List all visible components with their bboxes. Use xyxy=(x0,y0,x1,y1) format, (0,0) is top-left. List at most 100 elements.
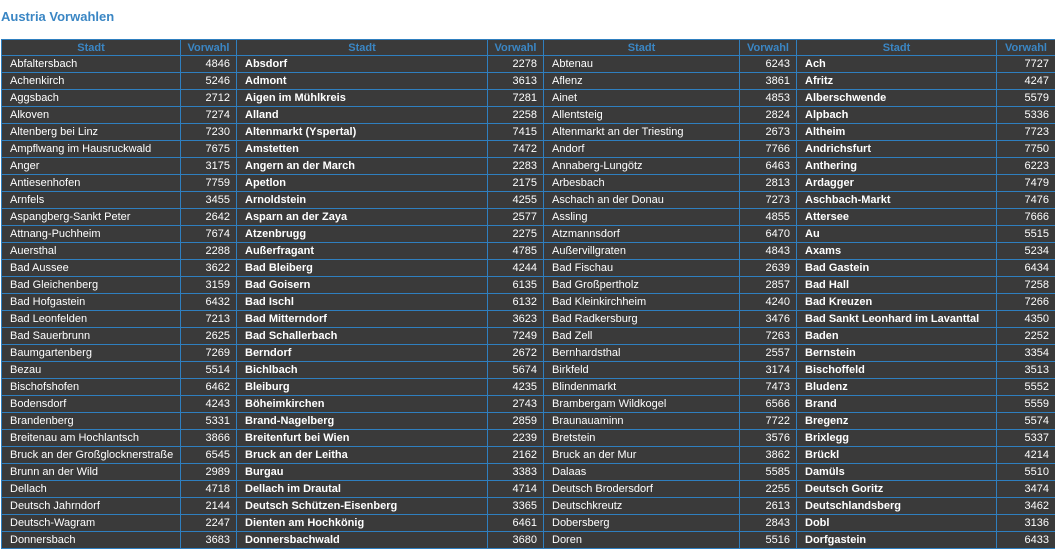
city-cell: Bad Kleinkirchheim xyxy=(543,293,740,311)
city-cell: Bischoffeld xyxy=(796,361,997,379)
area-code-cell: 2857 xyxy=(739,276,797,294)
area-code-cell: 7249 xyxy=(487,327,544,345)
area-code-cell: 2252 xyxy=(996,327,1055,345)
city-cell: Deutschlandsberg xyxy=(796,497,997,515)
city-cell: Ardagger xyxy=(796,174,997,192)
column-header-code[interactable]: Vorwahl xyxy=(739,39,797,56)
area-code-cell: 6223 xyxy=(996,157,1055,175)
city-cell: Bad Aussee xyxy=(1,259,181,277)
area-code-cell: 4855 xyxy=(739,208,797,226)
column-header-code[interactable]: Vorwahl xyxy=(487,39,544,56)
column-header-city[interactable]: Stadt xyxy=(796,39,997,56)
area-code-cell: 7766 xyxy=(739,140,797,158)
area-code-cell: 7479 xyxy=(996,174,1055,192)
city-cell: Bad Fischau xyxy=(543,259,740,277)
area-code-cell: 3680 xyxy=(487,531,544,549)
area-code-cell: 2144 xyxy=(180,497,237,515)
area-code-cell: 5559 xyxy=(996,395,1055,413)
city-cell: Auersthal xyxy=(1,242,181,260)
city-cell: Außerfragant xyxy=(236,242,488,260)
area-code-cell: 7273 xyxy=(739,191,797,209)
city-cell: Bruck an der Leitha xyxy=(236,446,488,464)
area-code-cell: 6470 xyxy=(739,225,797,243)
area-code-cell: 5246 xyxy=(180,72,237,90)
city-cell: Au xyxy=(796,225,997,243)
table-header-row: Stadt Vorwahl Stadt Vorwahl Stadt Vorwah… xyxy=(1,39,1055,56)
area-code-cell: 5552 xyxy=(996,378,1055,396)
area-code-cell: 5515 xyxy=(996,225,1055,243)
city-cell: Brandenberg xyxy=(1,412,181,430)
city-cell: Absdorf xyxy=(236,55,488,73)
city-cell: Ainet xyxy=(543,89,740,107)
area-code-cell: 4240 xyxy=(739,293,797,311)
city-cell: Brand xyxy=(796,395,997,413)
city-cell: Breitenau am Hochlantsch xyxy=(1,429,181,447)
area-code-cell: 5674 xyxy=(487,361,544,379)
area-code-cell: 4853 xyxy=(739,89,797,107)
city-cell: Bad Radkersburg xyxy=(543,310,740,328)
area-code-cell: 7258 xyxy=(996,276,1055,294)
city-cell: Bad Kreuzen xyxy=(796,293,997,311)
city-cell: Blindenmarkt xyxy=(543,378,740,396)
table-row: Auersthal 2288 Außerfragant 4785 Außervillgr… xyxy=(1,242,1055,260)
city-cell: Afritz xyxy=(796,72,997,90)
area-code-cell: 7476 xyxy=(996,191,1055,209)
city-cell: Brückl xyxy=(796,446,997,464)
city-cell: Brunn an der Wild xyxy=(1,463,181,481)
area-code-cell: 3513 xyxy=(996,361,1055,379)
city-cell: Allentsteig xyxy=(543,106,740,124)
city-cell: Braunauaminn xyxy=(543,412,740,430)
city-cell: Dobersberg xyxy=(543,514,740,532)
city-cell: Altenberg bei Linz xyxy=(1,123,181,141)
column-header-city[interactable]: Stadt xyxy=(236,39,488,56)
table-row: Dellach 4718 Dellach im Drautal 4714 Deutsch… xyxy=(1,480,1055,498)
area-code-cell: 2824 xyxy=(739,106,797,124)
area-code-cell: 6433 xyxy=(996,531,1055,549)
city-cell: Bad Goisern xyxy=(236,276,488,294)
area-code-cell: 3474 xyxy=(996,480,1055,498)
column-header-city[interactable]: Stadt xyxy=(543,39,740,56)
city-cell: Abtenau xyxy=(543,55,740,73)
area-code-cell: 7674 xyxy=(180,225,237,243)
table-row: Bad Hofgastein 6432 Bad Ischl 6132 Bad Klein… xyxy=(1,293,1055,311)
table-row: Abfaltersbach 4846 Absdorf 2278 Abtenau 6243 A… xyxy=(1,55,1055,73)
city-cell: Andrichsfurt xyxy=(796,140,997,158)
area-code-cell: 7473 xyxy=(739,378,797,396)
city-cell: Berndorf xyxy=(236,344,488,362)
city-cell: Alpbach xyxy=(796,106,997,124)
city-cell: Bruck an der Mur xyxy=(543,446,740,464)
area-code-cell: 3159 xyxy=(180,276,237,294)
area-code-cell: 5337 xyxy=(996,429,1055,447)
city-cell: Brambergam Wildkogel xyxy=(543,395,740,413)
column-header-code[interactable]: Vorwahl xyxy=(996,39,1055,56)
table-row: Aggsbach 2712 Aigen im Mühlkreis 7281 Ainet 4… xyxy=(1,89,1055,107)
city-cell: Altenmarkt an der Triesting xyxy=(543,123,740,141)
city-cell: Dobl xyxy=(796,514,997,532)
table-row: Bad Gleichenberg 3159 Bad Goisern 6135 Bad G… xyxy=(1,276,1055,294)
column-header-code[interactable]: Vorwahl xyxy=(180,39,237,56)
city-cell: Böheimkirchen xyxy=(236,395,488,413)
area-code-cell: 2255 xyxy=(739,480,797,498)
area-code-cell: 6434 xyxy=(996,259,1055,277)
area-code-cell: 2639 xyxy=(739,259,797,277)
city-cell: Bad Großpertholz xyxy=(543,276,740,294)
area-code-cell: 3861 xyxy=(739,72,797,90)
area-code-cell: 5516 xyxy=(739,531,797,549)
city-cell: Achenkirch xyxy=(1,72,181,90)
city-cell: Arnfels xyxy=(1,191,181,209)
city-cell: Breitenfurt bei Wien xyxy=(236,429,488,447)
area-code-cell: 6545 xyxy=(180,446,237,464)
city-cell: Donnersbach xyxy=(1,531,181,549)
city-cell: Abfaltersbach xyxy=(1,55,181,73)
area-code-cell: 3174 xyxy=(739,361,797,379)
column-header-city[interactable]: Stadt xyxy=(1,39,181,56)
table-row: Bodensdorf 4243 Böheimkirchen 2743 Bramberga… xyxy=(1,395,1055,413)
city-cell: Aigen im Mühlkreis xyxy=(236,89,488,107)
city-cell: Bad Leonfelden xyxy=(1,310,181,328)
city-cell: Deutschkreutz xyxy=(543,497,740,515)
area-code-cell: 3576 xyxy=(739,429,797,447)
city-cell: Bad Zell xyxy=(543,327,740,345)
city-cell: Arbesbach xyxy=(543,174,740,192)
area-code-cell: 2672 xyxy=(487,344,544,362)
table-row: Brandenberg 5331 Brand-Nagelberg 2859 Brauna… xyxy=(1,412,1055,430)
